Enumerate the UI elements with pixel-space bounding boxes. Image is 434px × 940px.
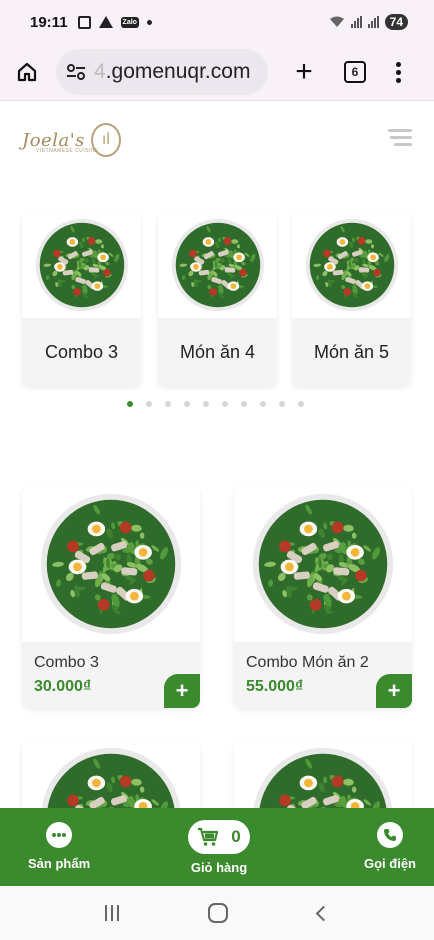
salad-image: [22, 212, 141, 318]
warning-icon: [98, 16, 113, 28]
address-bar[interactable]: 4.gomenuqr.com: [56, 49, 268, 95]
tab-switcher-button[interactable]: 6: [344, 61, 366, 83]
call-label: Gọi điện: [364, 856, 416, 871]
carousel-item-label: Combo 3: [44, 341, 119, 362]
site-header: Joela's VIETNAMESE CUISINE ıl: [0, 101, 434, 181]
salad-image: [158, 212, 277, 318]
browser-toolbar: 4.gomenuqr.com + 6: [0, 44, 434, 101]
url-text: 4.gomenuqr.com: [94, 60, 251, 83]
carousel-pagination[interactable]: [127, 401, 304, 407]
phone-icon: [377, 822, 403, 848]
bottom-action-bar: Sản phẩm 0 Giỏ hàng Gọi điện: [0, 808, 434, 886]
zalo-icon: Zalo: [120, 16, 139, 28]
featured-carousel[interactable]: Combo 3 Món ăn 4 Món ăn 5: [22, 212, 414, 386]
dot-icon: [146, 19, 152, 25]
wifi-icon: [329, 16, 344, 27]
more-dots-icon: [46, 822, 73, 848]
pagination-dot[interactable]: [184, 401, 190, 407]
pagination-dot[interactable]: [203, 401, 209, 407]
cart-label: Giỏ hàng: [190, 860, 248, 875]
home-icon: [17, 62, 37, 82]
products-label: Sản phẩm: [28, 856, 91, 871]
system-home-button[interactable]: [208, 903, 229, 923]
salad-image: [292, 212, 411, 318]
product-price: 55.000₫: [246, 678, 304, 695]
signal-icon-2: [367, 16, 379, 28]
pagination-dot[interactable]: [222, 401, 228, 407]
battery-icon: 74: [384, 14, 408, 30]
cart-button[interactable]: 0 Giỏ hàng: [188, 820, 250, 875]
site-settings-icon[interactable]: [66, 63, 86, 81]
carousel-item[interactable]: Combo 3: [22, 212, 141, 386]
cart-icon: [198, 827, 219, 846]
pagination-dot[interactable]: [241, 401, 247, 407]
browser-menu-button[interactable]: [396, 61, 401, 83]
signal-icon: [350, 16, 362, 28]
carousel-item[interactable]: Món ăn 5: [292, 212, 411, 386]
pagination-dot[interactable]: [146, 401, 152, 407]
product-card[interactable]: Combo 3 30.000₫ +: [22, 486, 200, 708]
products-button[interactable]: Sản phẩm: [28, 822, 90, 871]
pagination-dot[interactable]: [260, 401, 266, 407]
product-price: 30.000₫: [34, 678, 92, 695]
pagination-dot[interactable]: [279, 401, 285, 407]
recent-apps-button[interactable]: [104, 905, 119, 921]
home-button[interactable]: [12, 57, 42, 87]
new-tab-button[interactable]: +: [290, 57, 318, 87]
pagination-dot[interactable]: [165, 401, 171, 407]
system-navigation-bar: [0, 886, 434, 940]
url-visible: .gomenuqr.com: [105, 60, 251, 83]
carousel-item-label: Món ăn 5: [313, 341, 390, 362]
hamburger-menu-icon[interactable]: [388, 129, 412, 146]
product-card[interactable]: Combo Món ăn 2 55.000₫ +: [234, 486, 412, 708]
product-name: Combo 3: [34, 654, 99, 671]
carousel-item[interactable]: Món ăn 4: [158, 212, 277, 386]
add-to-cart-button[interactable]: +: [164, 674, 200, 708]
call-button[interactable]: Gọi điện: [364, 822, 416, 871]
cart-count: 0: [231, 827, 241, 846]
status-notification-icons: Zalo: [77, 15, 152, 29]
add-to-cart-button[interactable]: +: [376, 674, 412, 708]
pagination-dot[interactable]: [127, 401, 133, 407]
cart-pill: 0: [188, 820, 250, 854]
status-bar: 19:11 Zalo 74: [0, 0, 434, 44]
status-system-icons: 74: [329, 14, 408, 30]
salad-image: [22, 486, 200, 642]
pagination-dot[interactable]: [298, 401, 304, 407]
logo-subtitle: VIETNAMESE CUISINE: [36, 148, 99, 154]
back-button[interactable]: [315, 905, 332, 921]
product-name: Combo Món ăn 2: [246, 654, 369, 671]
screenshot-icon: [77, 15, 91, 29]
restaurant-logo[interactable]: Joela's VIETNAMESE CUISINE ıl: [22, 121, 126, 159]
carousel-item-label: Món ăn 4: [179, 341, 256, 362]
status-time: 19:11: [30, 13, 68, 31]
salad-image: [234, 486, 412, 642]
